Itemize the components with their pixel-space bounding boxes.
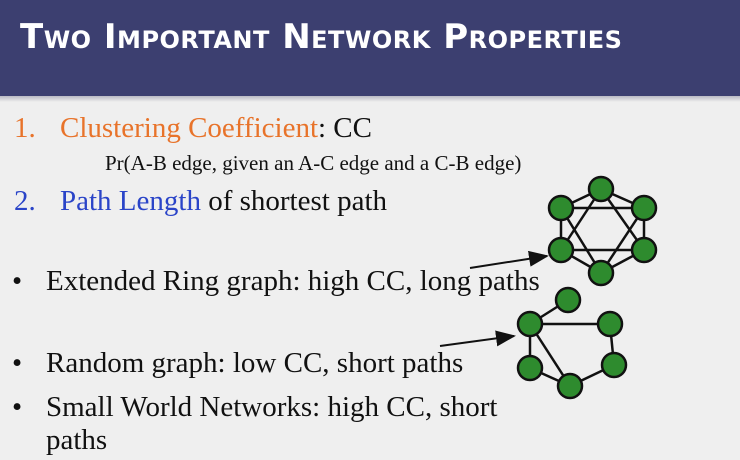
random-graph-icon (516, 286, 628, 400)
network-diagrams (439, 175, 658, 400)
arrow-to-random-graph (439, 330, 516, 347)
ring-graph-icon (547, 175, 658, 287)
arrow-to-ring-graph (469, 250, 549, 269)
